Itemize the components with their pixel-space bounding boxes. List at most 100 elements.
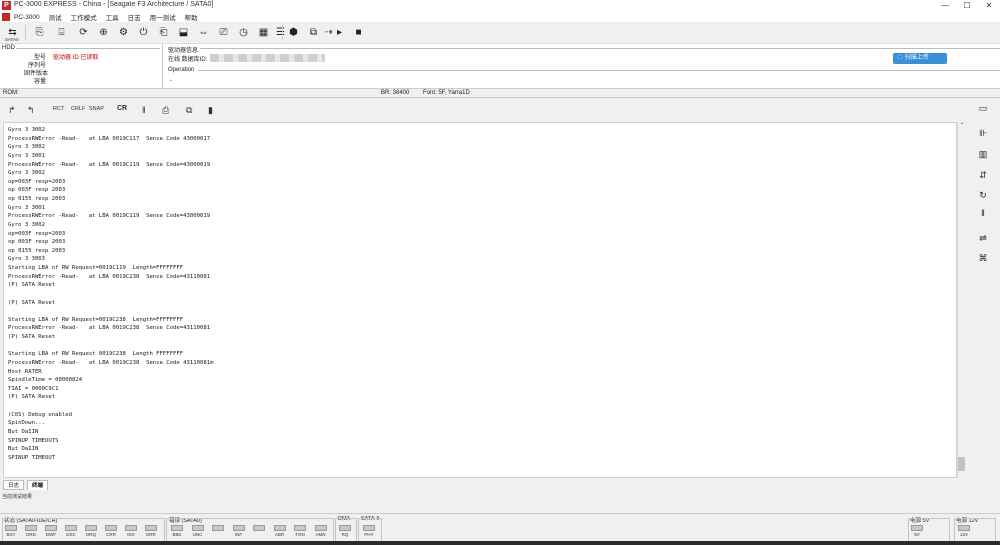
log-line: op=003F resp=2003 <box>8 178 66 185</box>
wrap-left-icon[interactable]: ↰ <box>27 105 35 116</box>
menu-item-help[interactable]: 帮助 <box>185 12 198 22</box>
log-line: SPINUP TIMEOUTS <box>8 437 59 444</box>
operation-value: - <box>170 78 172 84</box>
log-line: (P) SATA Reset <box>8 334 56 340</box>
menu-bar: PC-3000 测试 工作模式 工具 日志 用一测试 帮助 <box>0 12 1000 22</box>
log-line: ProcessRWError -Read- at LBA 0019C238 Se… <box>8 273 211 280</box>
status-led <box>171 525 183 531</box>
status-led-label: PHY <box>364 532 374 537</box>
passport-icon[interactable]: ⌹ <box>55 26 68 39</box>
scan-upload-button[interactable]: ☁ 扫描上传 <box>893 53 947 64</box>
status-led <box>363 525 375 531</box>
log-line: (P) SATA Reset <box>8 282 56 289</box>
log-line: (P) SATA Reset <box>8 299 56 306</box>
swap-icon[interactable]: ⇌ <box>976 232 990 244</box>
drive-info-panel: HDD 型号 驱动器 ID 已读取 序列号 固件版本 容量 驱动器信息 在线 数… <box>0 44 1000 88</box>
print-icon[interactable]: ⎙ <box>162 105 169 116</box>
menu-item-log[interactable]: 日志 <box>128 12 141 22</box>
log-line: Gyro 3 3003 <box>8 256 46 263</box>
module-icon[interactable]: ⬢ <box>287 26 300 39</box>
head-map-icon[interactable]: ⬓ <box>177 26 190 39</box>
menu-item-tools[interactable]: 工具 <box>106 12 119 22</box>
status-led <box>253 525 265 531</box>
pause-side-icon[interactable]: ‖ <box>976 207 990 219</box>
log-line: Starting LBA of RW Request=0019C238 Leng… <box>8 316 184 323</box>
cr-button[interactable]: CR <box>117 105 127 112</box>
menu-item-pc3000[interactable]: PC-3000 <box>14 14 40 21</box>
status-led-label: DRD <box>26 532 36 537</box>
log-line: (P) SATA Reset <box>8 394 56 401</box>
log-line: SpindleTime = 00000824 <box>8 377 83 384</box>
refresh-icon[interactable]: ⟳ <box>77 26 90 39</box>
drive-info-icon[interactable]: ⎘ <box>33 26 46 39</box>
column-icon[interactable]: ▥ <box>976 148 990 160</box>
log-line: Gyro 3 3001 <box>8 204 46 211</box>
copy-sector-icon[interactable]: ⎗ <box>157 26 170 39</box>
status-led <box>65 525 77 531</box>
log-line: Gyro 3 3002 <box>8 170 46 177</box>
reload-icon[interactable]: ↻ <box>976 189 990 201</box>
status-led <box>911 525 923 531</box>
snap-button[interactable]: SNAP <box>89 106 104 112</box>
log-line: SPINUP TIMEOUT <box>8 454 56 461</box>
minimize-button[interactable]: — <box>935 0 955 12</box>
sort-icon[interactable]: ⇵ <box>976 169 990 181</box>
stop-icon[interactable]: ■ <box>352 26 365 39</box>
wrap-right-icon[interactable]: ↱ <box>8 105 16 116</box>
log-line: But DaIIN <box>8 446 39 453</box>
status-led <box>212 525 224 531</box>
log-line: op 0155 resp 2003 <box>8 196 66 202</box>
tab-terminal[interactable]: 终端 <box>27 480 49 490</box>
maximize-button[interactable]: ☐ <box>957 0 977 12</box>
overlay-icon[interactable]: ⧉ <box>307 26 320 39</box>
log-line: ProcessRWError -Read- at LBA 0019C238 Se… <box>8 325 211 332</box>
copy-icon[interactable]: ⧉ <box>186 105 192 116</box>
menu-item-test[interactable]: 测试 <box>49 12 62 22</box>
status-led-label: IDX <box>127 532 135 537</box>
status-led <box>339 525 351 531</box>
transfer-icon[interactable]: ⇔ <box>197 26 210 39</box>
status-led <box>958 525 970 531</box>
terminal-icon[interactable]: ⎚ <box>217 26 230 39</box>
database-id-value <box>210 54 325 62</box>
clock-icon[interactable]: ◷ <box>237 26 250 39</box>
menu-item-user-test[interactable]: 用一测试 <box>150 12 176 22</box>
head-icon[interactable]: ⊪ <box>976 127 990 139</box>
pause-icon[interactable]: ‖ <box>142 105 146 115</box>
font-label: Font: 5F, Yarra1D <box>423 90 470 96</box>
tab-log[interactable]: 日志 <box>3 480 25 490</box>
clear-icon[interactable]: ▮ <box>208 105 213 116</box>
status-led-label: AMN <box>315 532 326 537</box>
grid-icon[interactable]: ▦ <box>257 26 270 39</box>
crlf-button[interactable]: CRLF <box>71 106 85 112</box>
close-button[interactable]: ✕ <box>979 0 999 12</box>
log-line: Starting LBA of RW Request 0019C238 Leng… <box>8 351 184 358</box>
log-line: ProcessRWError -Read- at LBA 0019C119 Se… <box>8 213 211 220</box>
power-icon[interactable]: ⏻ <box>137 26 150 39</box>
status-led <box>294 525 306 531</box>
play-icon[interactable]: ▸ <box>333 26 346 39</box>
command-icon[interactable]: ⌘ <box>976 252 990 264</box>
window-title: PC-3000 EXPRESS - China - [Seagate F3 Ar… <box>14 1 214 8</box>
settings-icon[interactable]: ⚙ <box>117 26 130 39</box>
log-line: op 003F resp 2003 <box>8 187 66 194</box>
status-led-label: CRR <box>106 532 116 537</box>
add-icon[interactable]: ⊕ <box>97 26 110 39</box>
scrollbar-thumb[interactable] <box>958 457 965 471</box>
terminal-scrollbar[interactable]: ⌃ <box>957 122 966 478</box>
app-menu-icon[interactable] <box>2 13 10 21</box>
status-led-label: 5V <box>914 532 920 537</box>
log-line: ProcessRWError -Read- at LBA 0019C119 Se… <box>8 161 211 168</box>
rct-button[interactable]: RCT <box>53 106 64 112</box>
window-icon[interactable]: ▭ <box>976 102 990 114</box>
terminal-log[interactable]: Gyro 3 3002 ProcessRWError -Read- at LBA … <box>3 122 957 478</box>
status-led-label: BBK <box>172 532 182 537</box>
list-icon[interactable]: ☰ <box>274 26 287 39</box>
status-led <box>273 525 286 531</box>
menu-item-mode[interactable]: 工作模式 <box>71 12 97 22</box>
status-led <box>232 525 245 531</box>
